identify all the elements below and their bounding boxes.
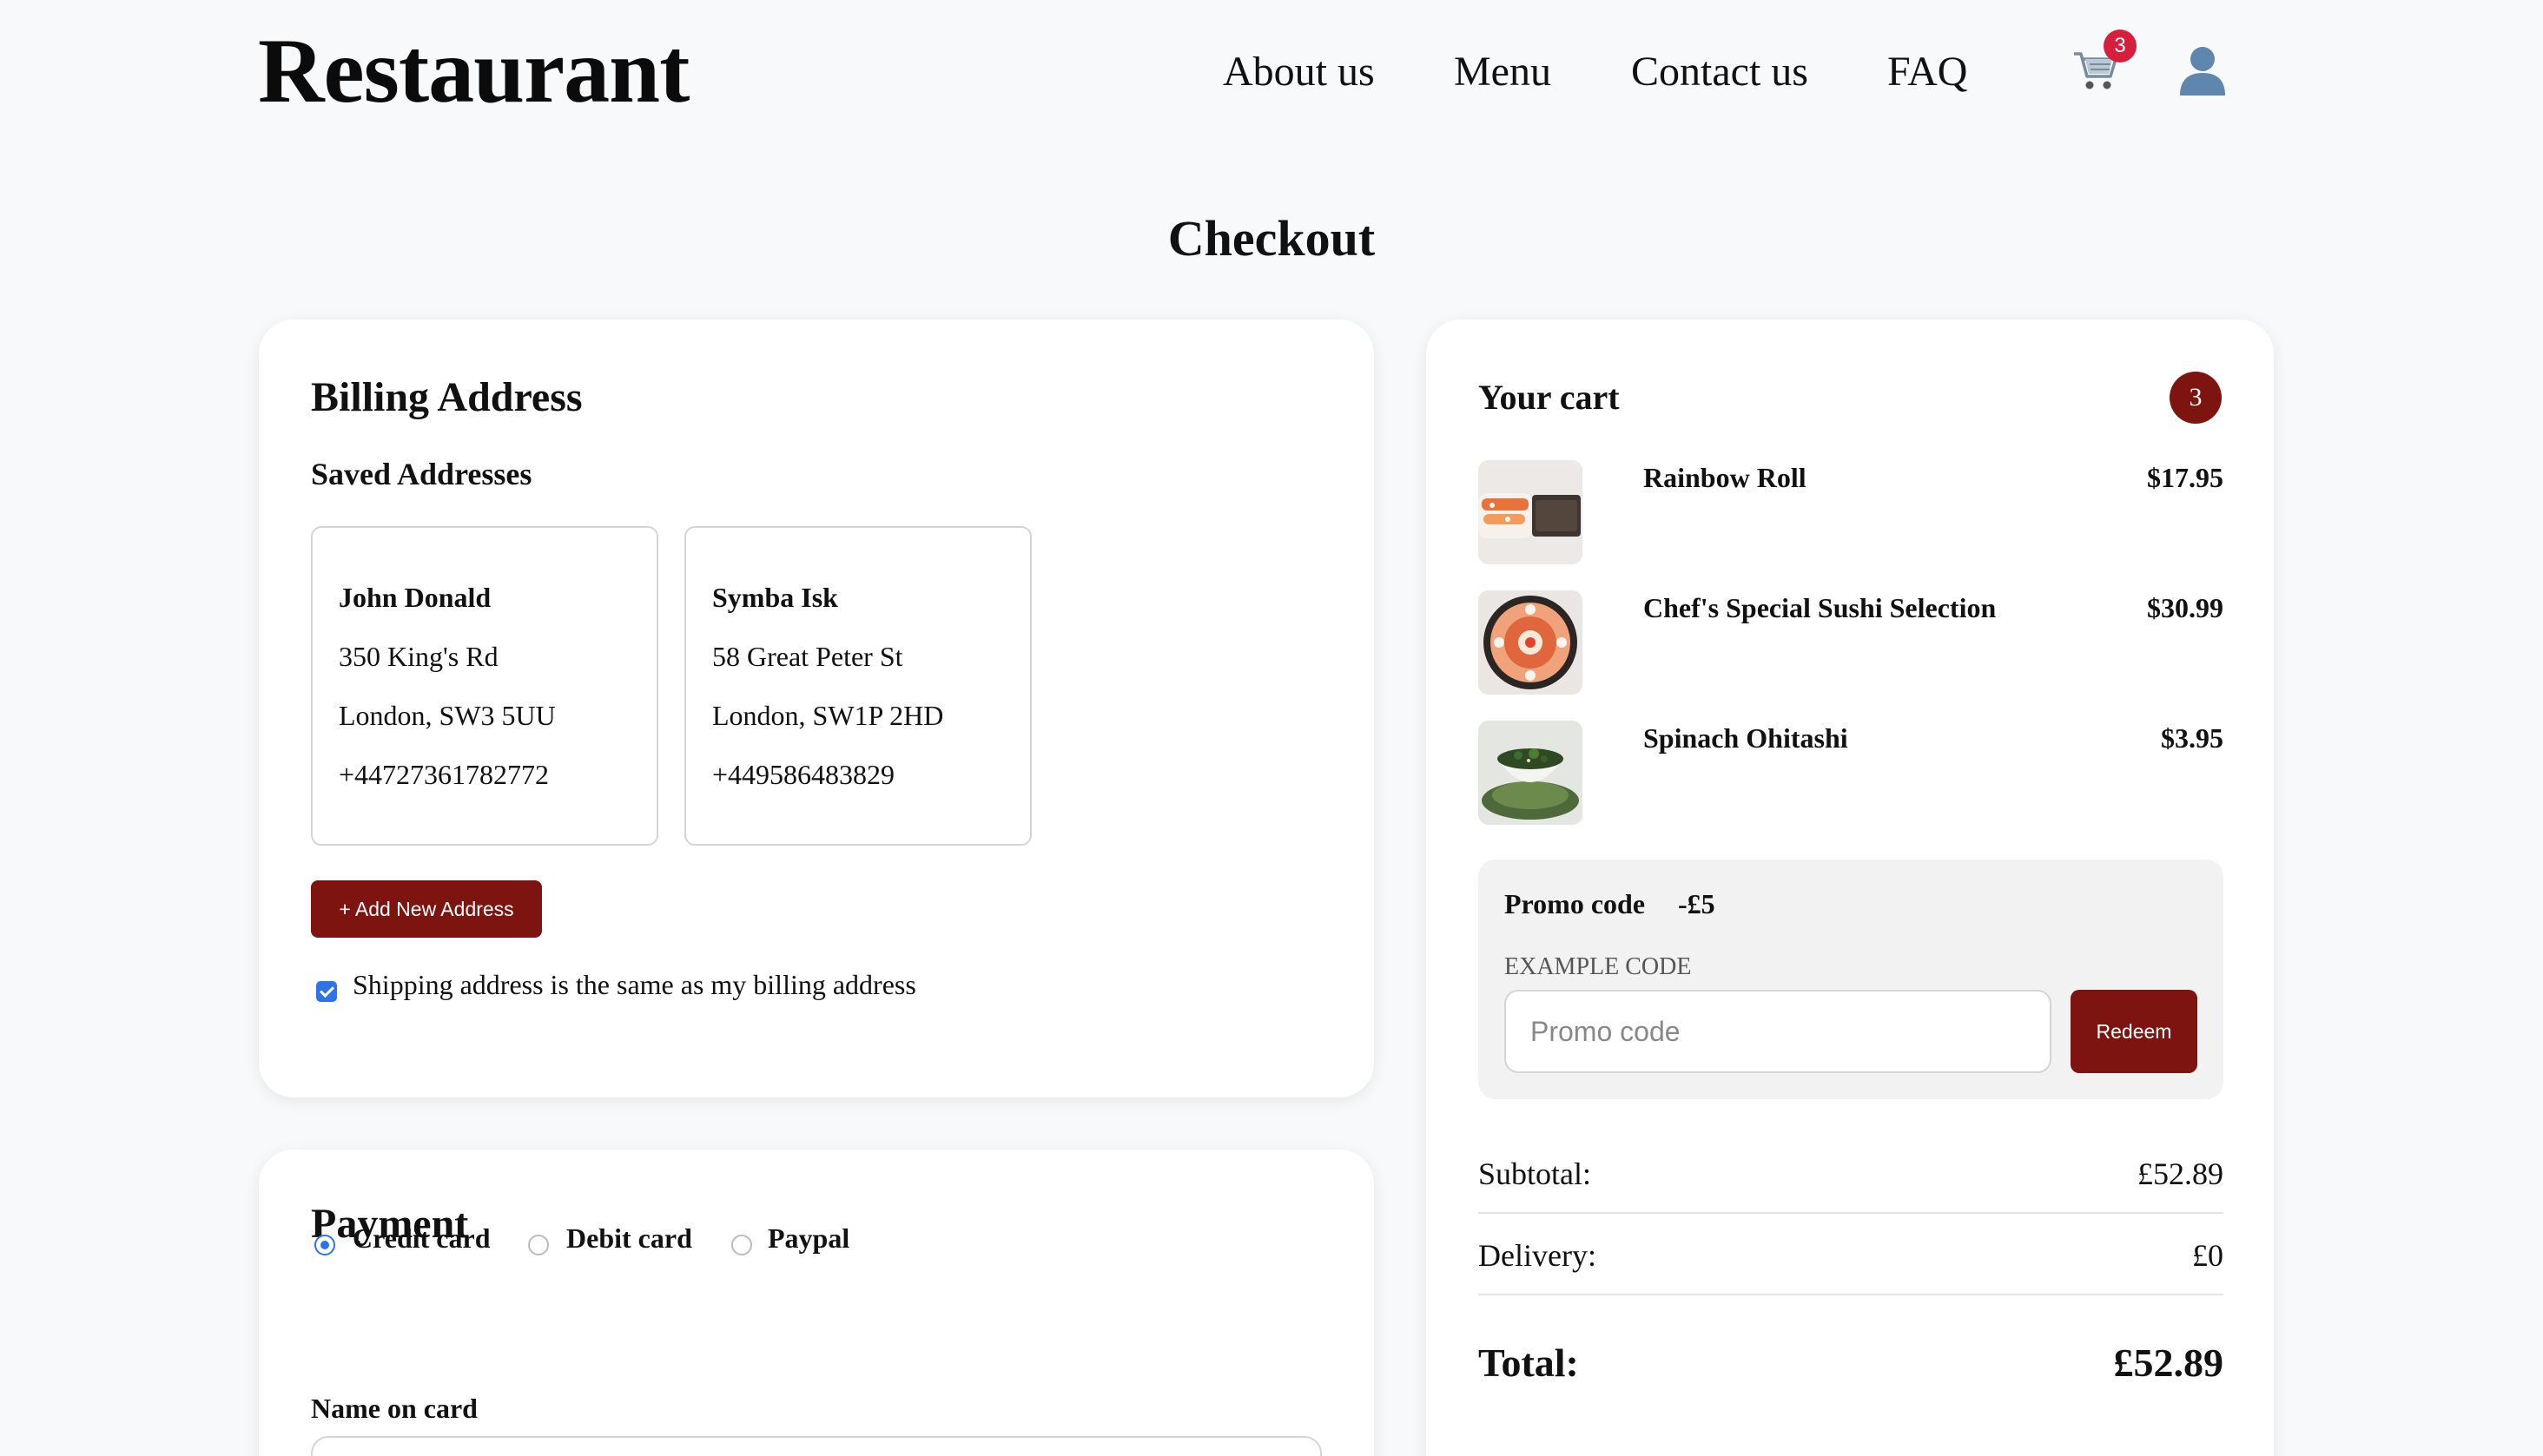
credit-card-radio[interactable] <box>314 1235 335 1255</box>
cart-item-price: $17.95 <box>2147 462 2223 493</box>
same-address-checkbox[interactable] <box>316 981 337 1002</box>
address-phone: +44727361782772 <box>339 759 550 790</box>
address-line1: 58 Great Peter St <box>712 641 903 672</box>
nav-about-us[interactable]: About us <box>1223 43 1375 101</box>
subtotal-label: Subtotal: <box>1478 1156 1592 1191</box>
promo-code-input[interactable] <box>1504 990 2051 1073</box>
same-address-label: Shipping address is the same as my billi… <box>353 969 916 1000</box>
spinach-ohitashi-image <box>1478 721 1582 825</box>
billing-card: Billing Address Saved Addresses John Don… <box>259 320 1374 1097</box>
cart-item-price: $30.99 <box>2147 592 2223 623</box>
debit-card-label[interactable]: Debit card <box>566 1219 692 1257</box>
address-line1: 350 King's Rd <box>339 641 499 672</box>
saved-address-card[interactable]: John Donald 350 King's Rd London, SW3 5U… <box>311 526 658 846</box>
checkout-page: Restaurant About us Menu Contact us FAQ … <box>0 0 2543 1456</box>
cart-item: Rainbow Roll $17.95 <box>1478 460 2223 564</box>
nav-contact-us[interactable]: Contact us <box>1631 43 1808 101</box>
cart-count-badge: 3 <box>2104 30 2137 63</box>
cart-item-name: Spinach Ohitashi <box>1643 722 1848 754</box>
nav-faq[interactable]: FAQ <box>1887 43 1967 101</box>
cart-item: Chef's Special Sushi Selection $30.99 <box>1478 590 2223 695</box>
cart-item-name: Chef's Special Sushi Selection <box>1643 592 1997 623</box>
subtotal-value: £52.89 <box>2137 1156 2223 1191</box>
address-line2: London, SW1P 2HD <box>712 700 944 731</box>
address-name: John Donald <box>339 582 492 613</box>
total-label: Total: <box>1478 1341 1579 1385</box>
total-value: £52.89 <box>2113 1341 2224 1385</box>
redeem-button[interactable]: Redeem <box>2071 990 2197 1073</box>
page-title: Checkout <box>1167 210 1376 267</box>
cart-item-price: $3.95 <box>2161 722 2223 754</box>
name-on-card-input[interactable] <box>311 1436 1322 1456</box>
nav-menu[interactable]: Menu <box>1454 43 1551 101</box>
user-icon[interactable] <box>2175 42 2230 97</box>
delivery-value: £0 <box>2192 1238 2223 1273</box>
address-name: Symba Isk <box>712 582 838 613</box>
paypal-radio[interactable] <box>731 1235 752 1255</box>
sushi-selection-image <box>1478 590 1582 695</box>
site-logo[interactable]: Restaurant <box>258 19 690 123</box>
divider <box>1478 1212 2223 1214</box>
address-phone: +449586483829 <box>712 759 895 790</box>
saved-address-card[interactable]: Symba Isk 58 Great Peter St London, SW1P… <box>684 526 1032 846</box>
cart-count-badge: 3 <box>2170 372 2222 424</box>
cart-item-name: Rainbow Roll <box>1643 462 1807 493</box>
subtotal-row: Subtotal: £52.89 <box>1478 1148 2223 1200</box>
paypal-label[interactable]: Paypal <box>768 1219 849 1257</box>
rainbow-roll-image <box>1478 460 1582 564</box>
payment-card: Payment Credit card Debit card Paypal Na… <box>259 1150 1374 1456</box>
cart-item: Spinach Ohitashi $3.95 <box>1478 721 2223 825</box>
saved-addresses-title: Saved Addresses <box>311 457 532 491</box>
delivery-label: Delivery: <box>1478 1238 1596 1273</box>
promo-title: Promo code <box>1504 888 1646 919</box>
divider <box>1478 1294 2223 1295</box>
promo-discount: -£5 <box>1678 888 1715 919</box>
cart-title: Your cart <box>1478 378 1620 417</box>
address-line2: London, SW3 5UU <box>339 700 556 731</box>
billing-title: Billing Address <box>311 374 583 420</box>
delivery-row: Delivery: £0 <box>1478 1229 2223 1281</box>
name-on-card-label: Name on card <box>311 1393 478 1424</box>
add-new-address-button[interactable]: + Add New Address <box>311 880 542 938</box>
promo-code-box: Promo code -£5 EXAMPLE CODE Redeem <box>1478 860 2223 1099</box>
cart-card: Your cart 3 Rainbow Roll $17.95 Chef's S… <box>1426 320 2274 1456</box>
total-row: Total: £52.89 <box>1478 1337 2223 1389</box>
promo-example-code: EXAMPLE CODE <box>1504 953 1692 980</box>
credit-card-label[interactable]: Credit card <box>353 1219 490 1257</box>
debit-card-radio[interactable] <box>528 1235 549 1255</box>
